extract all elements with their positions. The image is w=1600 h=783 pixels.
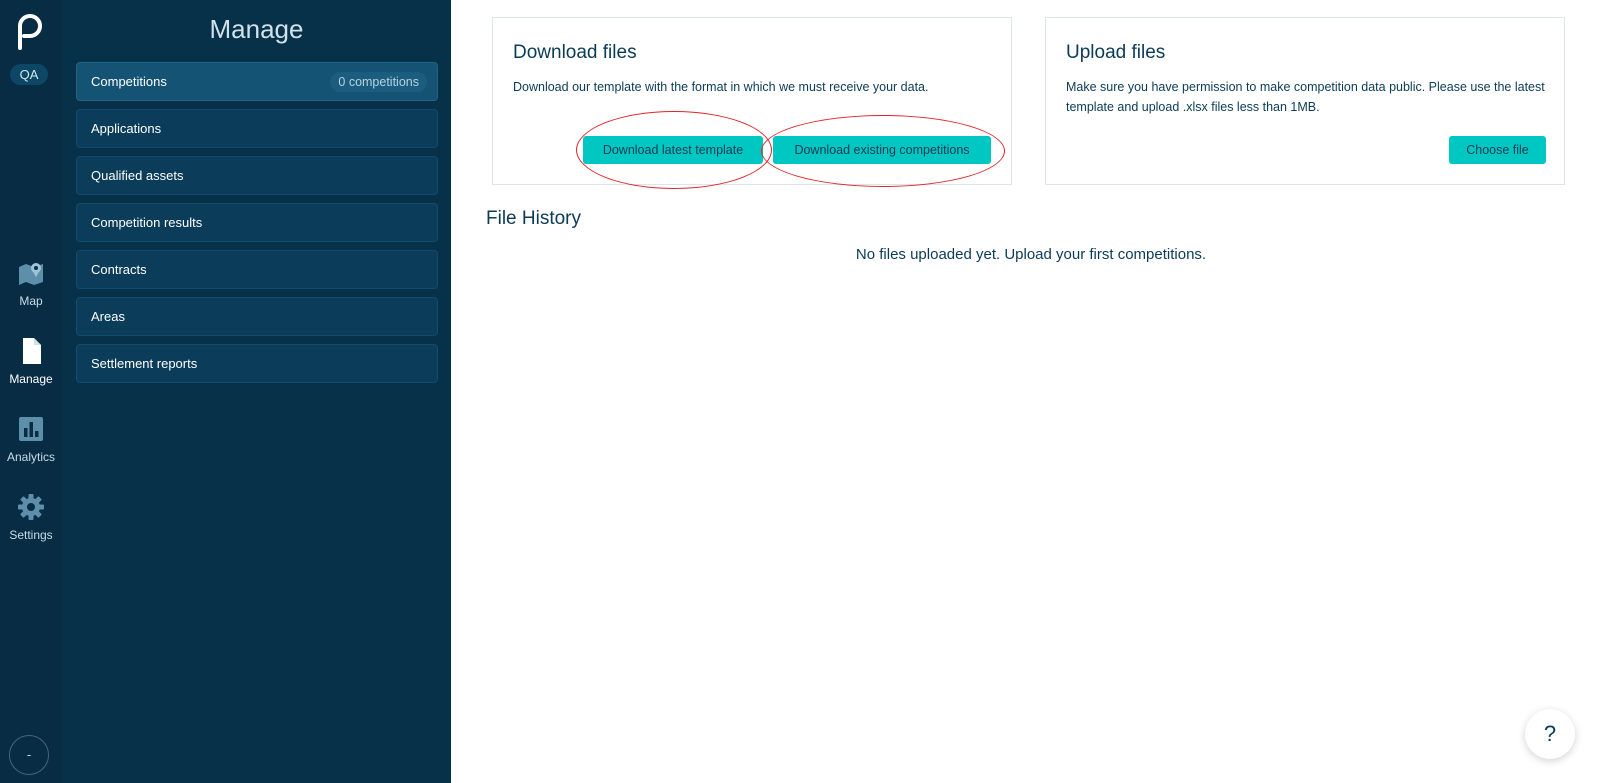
choose-file-button[interactable]: Choose file xyxy=(1449,136,1546,164)
download-existing-competitions-button[interactable]: Download existing competitions xyxy=(773,136,991,164)
download-files-description: Download our template with the format in… xyxy=(513,80,929,94)
menu-item-applications[interactable]: Applications xyxy=(76,109,438,148)
menu-item-competition-results[interactable]: Competition results xyxy=(76,203,438,242)
menu-item-label: Areas xyxy=(91,309,125,324)
file-history-empty-message: No files uploaded yet. Upload your first… xyxy=(855,246,1207,263)
manage-title: Manage xyxy=(209,14,304,44)
environment-badge: QA xyxy=(10,64,48,85)
menu-item-label: Competition results xyxy=(91,215,203,230)
rail-item-analytics[interactable]: Analytics xyxy=(0,414,62,464)
rail-label-manage: Manage xyxy=(9,372,53,386)
rail-item-manage[interactable]: Manage xyxy=(0,336,62,386)
upload-files-description: Make sure you have permission to make co… xyxy=(1066,80,1545,114)
download-latest-template-button[interactable]: Download latest template xyxy=(583,136,763,164)
menu-item-label: Applications xyxy=(91,121,162,136)
menu-item-qualified-assets[interactable]: Qualified assets xyxy=(76,156,438,195)
user-menu-button[interactable]: - xyxy=(9,735,49,775)
help-button[interactable]: ? xyxy=(1525,709,1575,759)
download-files-card: Download files Download our template wit… xyxy=(492,17,1012,185)
rail-item-map[interactable]: Map xyxy=(0,258,62,308)
rail-label-analytics: Analytics xyxy=(6,450,56,464)
left-rail: QA Map Manage Analytics Settings - xyxy=(0,0,62,783)
download-files-title: Download files xyxy=(513,42,637,63)
menu-item-areas[interactable]: Areas xyxy=(76,297,438,336)
app-root: QA Map Manage Analytics Settings - Manag… xyxy=(0,0,1600,783)
menu-item-competitions[interactable]: Competitions 0 competitions xyxy=(76,62,438,101)
rail-label-map: Map xyxy=(19,294,43,308)
menu-item-label: Contracts xyxy=(91,262,147,277)
upload-files-title: Upload files xyxy=(1066,42,1166,63)
logo-icon[interactable] xyxy=(14,12,44,50)
menu-item-label: Competitions xyxy=(91,74,167,89)
menu-item-settlement-reports[interactable]: Settlement reports xyxy=(76,344,438,383)
document-icon xyxy=(23,338,41,364)
gear-icon xyxy=(18,494,44,520)
menu-item-label: Qualified assets xyxy=(91,168,184,183)
menu-item-contracts[interactable]: Contracts xyxy=(76,250,438,289)
file-history-title: File History xyxy=(486,208,582,229)
map-icon xyxy=(19,263,43,285)
menu-item-label: Settlement reports xyxy=(91,356,198,371)
rail-label-settings: Settings xyxy=(9,528,53,542)
bar-chart-icon xyxy=(19,417,43,441)
upload-files-card: Upload files Make sure you have permissi… xyxy=(1045,17,1565,185)
rail-item-settings[interactable]: Settings xyxy=(0,492,62,542)
competitions-count-badge: 0 competitions xyxy=(330,72,427,92)
manage-panel: Manage Competitions 0 competitions Appli… xyxy=(62,0,451,783)
